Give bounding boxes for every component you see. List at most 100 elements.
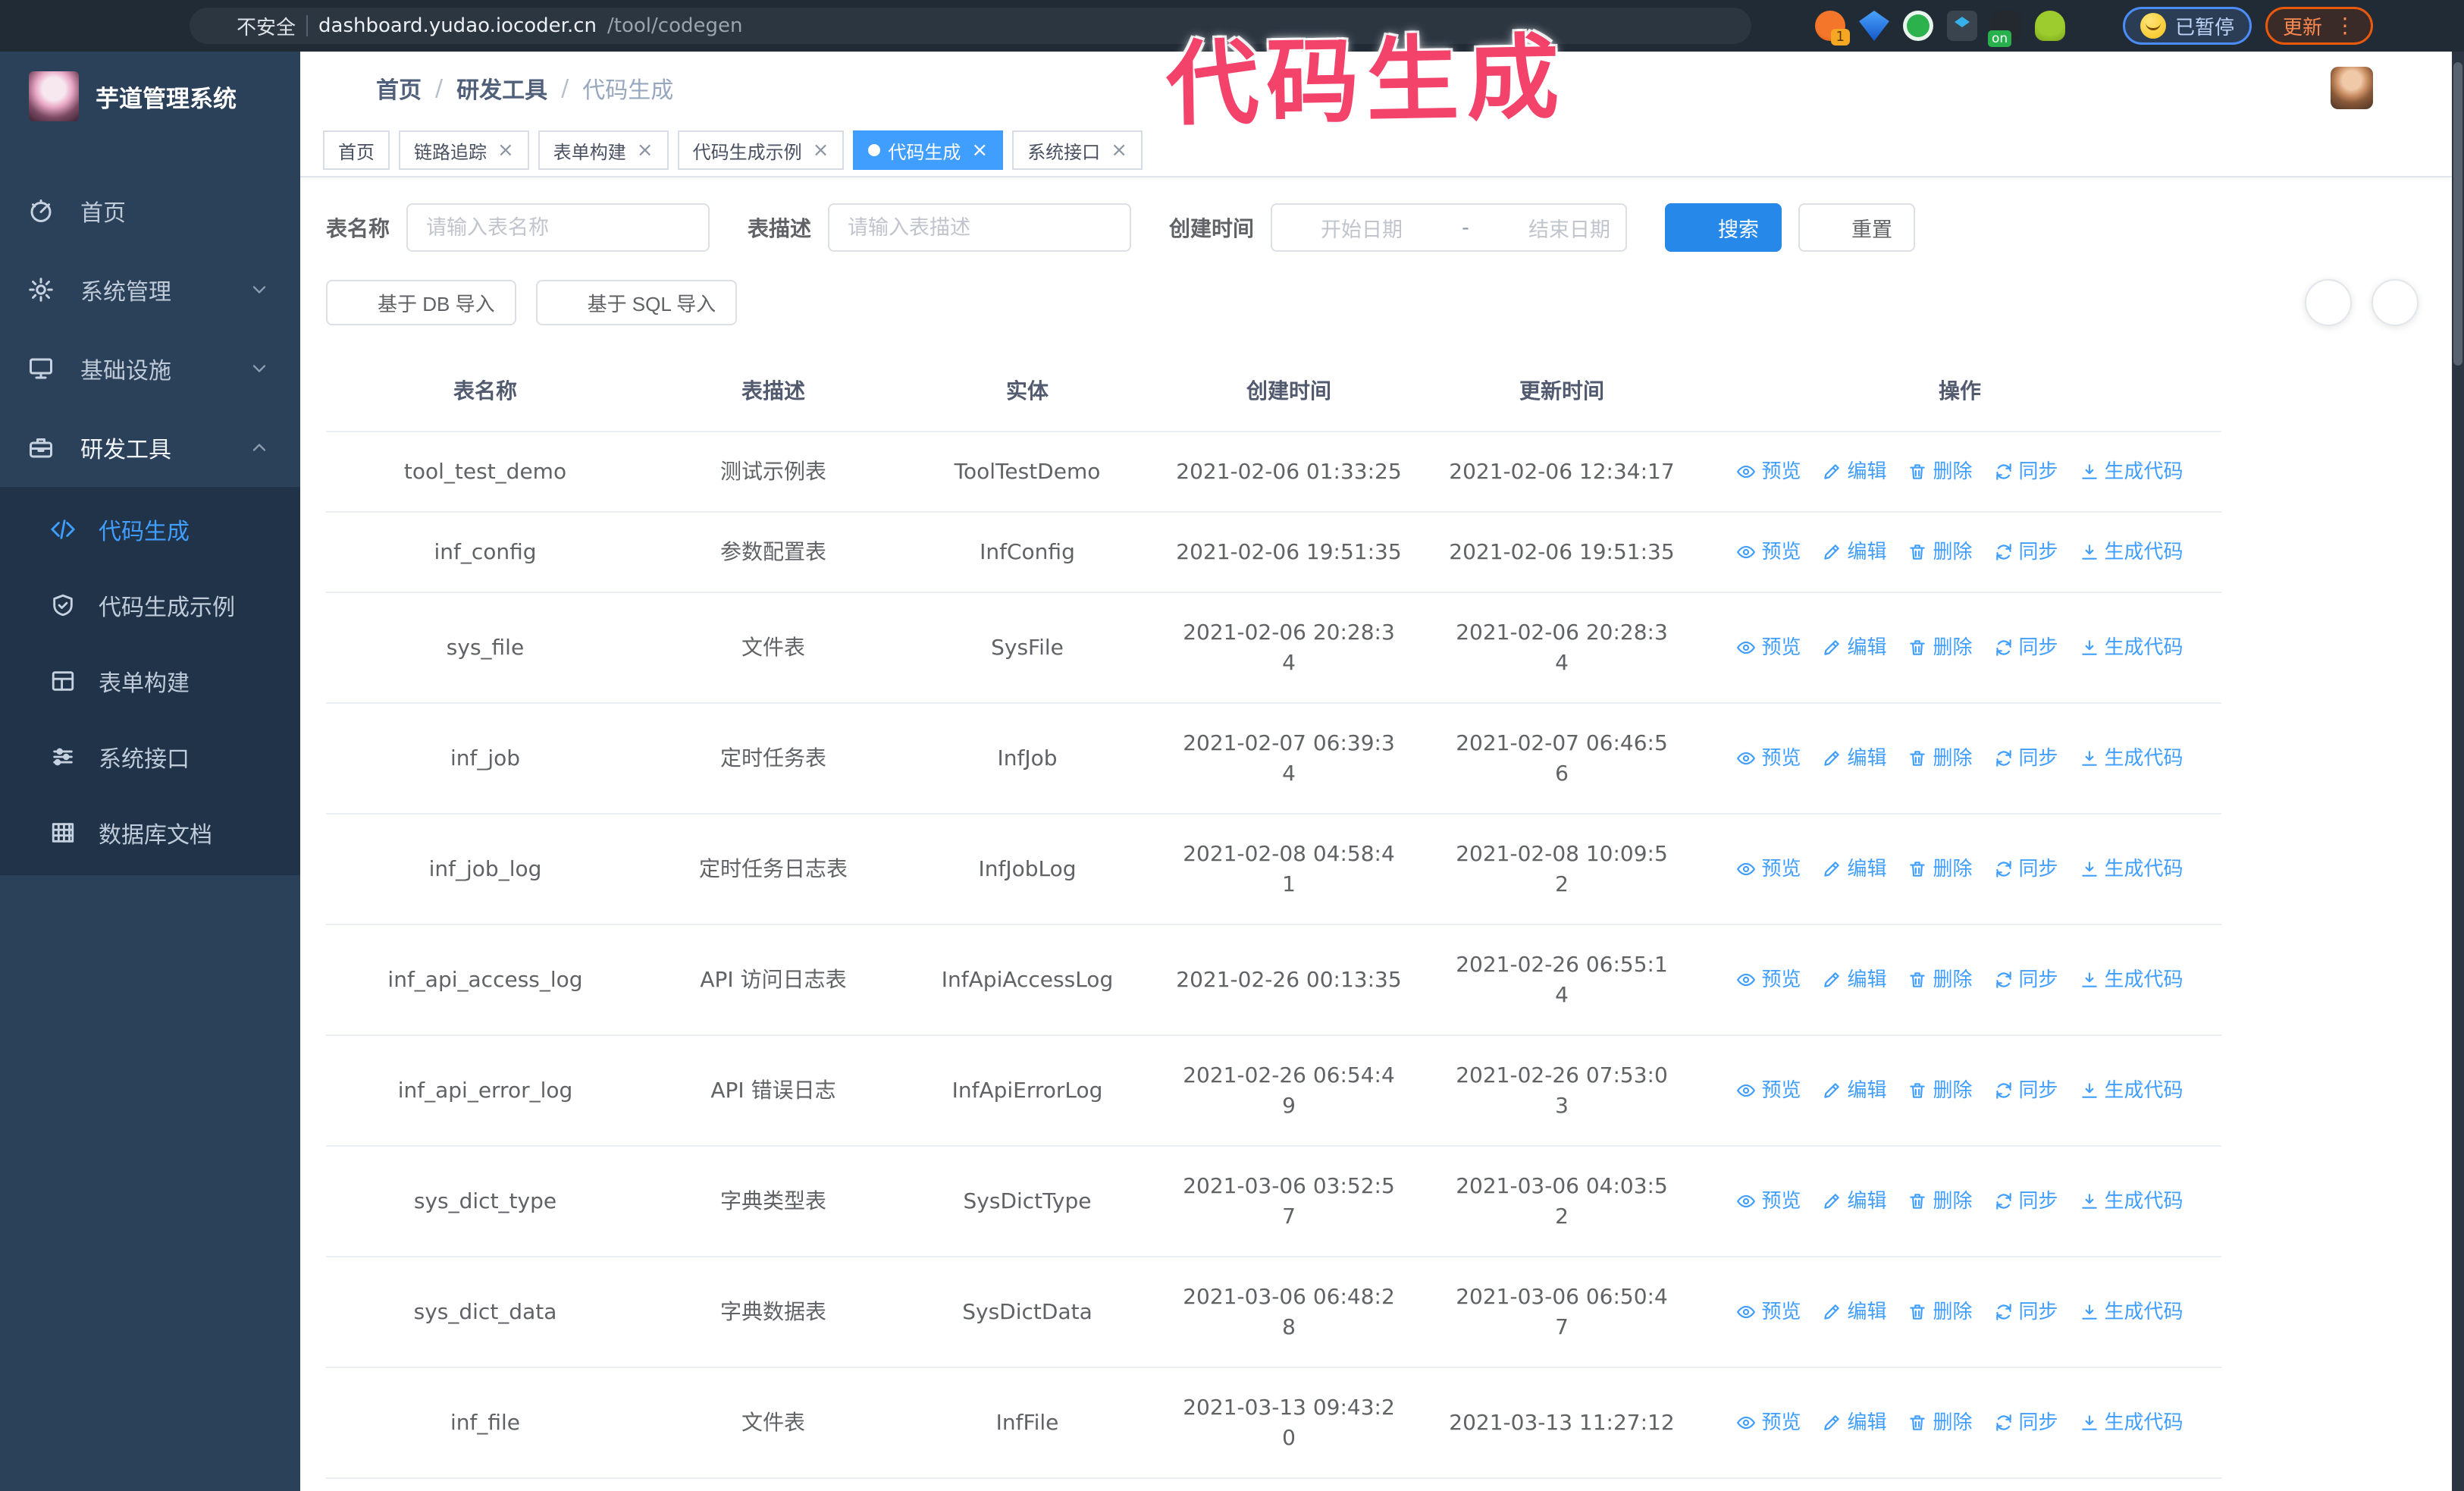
generate-code-link[interactable]: 生成代码: [2080, 965, 2183, 995]
close-icon[interactable]: ×: [1111, 139, 1127, 162]
hamburger-icon[interactable]: [323, 73, 353, 103]
preview-link[interactable]: 预览: [1736, 965, 1801, 995]
sync-link[interactable]: 同步: [1994, 1186, 2058, 1216]
generate-code-link[interactable]: 生成代码: [2080, 1297, 2183, 1327]
extension-icon-orange[interactable]: 1: [1815, 11, 1850, 46]
breadcrumb-home[interactable]: 首页: [376, 71, 422, 105]
preview-link[interactable]: 预览: [1736, 1297, 1801, 1327]
sidebar-subitem-系统接口[interactable]: 系统接口: [0, 719, 300, 795]
sidebar-item-基础设施[interactable]: 基础设施: [0, 329, 300, 408]
tab-代码生成[interactable]: 代码生成 ×: [853, 130, 1004, 170]
edit-link[interactable]: 编辑: [1822, 457, 1886, 487]
tab-表单构建[interactable]: 表单构建 ×: [538, 130, 669, 170]
sync-link[interactable]: 同步: [1994, 854, 2058, 884]
browser-home-button[interactable]: [146, 9, 179, 42]
search-button[interactable]: 搜索: [1665, 203, 1782, 252]
edit-link[interactable]: 编辑: [1822, 1186, 1886, 1216]
browser-forward-button[interactable]: [58, 9, 91, 42]
sidebar-subitem-代码生成示例[interactable]: 代码生成示例: [0, 567, 300, 643]
delete-link[interactable]: 删除: [1908, 537, 1973, 567]
delete-link[interactable]: 删除: [1908, 632, 1973, 663]
edit-link[interactable]: 编辑: [1822, 1075, 1886, 1106]
edit-link[interactable]: 编辑: [1822, 1408, 1886, 1438]
generate-code-link[interactable]: 生成代码: [2080, 537, 2183, 567]
delete-link[interactable]: 删除: [1908, 1408, 1973, 1438]
tab-首页[interactable]: 首页: [323, 130, 390, 170]
preview-link[interactable]: 预览: [1736, 743, 1801, 774]
delete-link[interactable]: 删除: [1908, 457, 1973, 487]
scrollbar-thumb[interactable]: [2453, 62, 2462, 366]
font-size-icon[interactable]: [2271, 73, 2302, 103]
delete-link[interactable]: 删除: [1908, 743, 1973, 774]
delete-link[interactable]: 删除: [1908, 854, 1973, 884]
toggle-search-button[interactable]: [2305, 279, 2352, 326]
generate-code-link[interactable]: 生成代码: [2080, 457, 2183, 487]
edit-link[interactable]: 编辑: [1822, 632, 1886, 663]
extension-icon-gem[interactable]: [1859, 11, 1889, 41]
preview-link[interactable]: 预览: [1736, 1408, 1801, 1438]
close-icon[interactable]: ×: [813, 139, 829, 162]
avatar[interactable]: [2331, 67, 2373, 109]
import-db-button[interactable]: 基于 DB 导入: [326, 280, 516, 325]
delete-link[interactable]: 删除: [1908, 1186, 1973, 1216]
close-icon[interactable]: ×: [497, 139, 514, 162]
search-icon[interactable]: [2035, 73, 2065, 103]
close-icon[interactable]: ×: [971, 139, 988, 162]
edit-link[interactable]: 编辑: [1822, 854, 1886, 884]
sidebar-item-系统管理[interactable]: 系统管理: [0, 250, 300, 329]
update-button[interactable]: 更新 ⋮: [2265, 7, 2374, 45]
generate-code-link[interactable]: 生成代码: [2080, 1186, 2183, 1216]
chevron-down-icon[interactable]: [2402, 78, 2422, 98]
generate-code-link[interactable]: 生成代码: [2080, 743, 2183, 774]
preview-link[interactable]: 预览: [1736, 457, 1801, 487]
refresh-table-button[interactable]: [2372, 279, 2419, 326]
browser-back-button[interactable]: [14, 9, 47, 42]
delete-link[interactable]: 删除: [1908, 1075, 1973, 1106]
extension-icon-robot[interactable]: [2035, 11, 2065, 41]
sidebar-item-首页[interactable]: 首页: [0, 171, 300, 250]
edit-link[interactable]: 编辑: [1822, 537, 1886, 567]
reset-button[interactable]: 重置: [1798, 203, 1916, 252]
sync-link[interactable]: 同步: [1994, 1297, 2058, 1327]
import-sql-button[interactable]: 基于 SQL 导入: [535, 280, 738, 325]
extension-icon-dark[interactable]: on: [1988, 11, 2021, 47]
delete-link[interactable]: 删除: [1908, 965, 1973, 995]
paused-badge[interactable]: 已暂停: [2123, 7, 2252, 45]
kebab-menu-icon[interactable]: ⋮: [2334, 15, 2356, 36]
preview-link[interactable]: 预览: [1736, 537, 1801, 567]
sync-link[interactable]: 同步: [1994, 1075, 2058, 1106]
preview-link[interactable]: 预览: [1736, 854, 1801, 884]
edit-link[interactable]: 编辑: [1822, 743, 1886, 774]
delete-link[interactable]: 删除: [1908, 1297, 1973, 1327]
table-name-input[interactable]: [406, 203, 710, 252]
github-icon[interactable]: [2094, 73, 2124, 103]
preview-link[interactable]: 预览: [1736, 632, 1801, 663]
date-range-picker[interactable]: 开始日期 - 结束日期: [1271, 203, 1628, 252]
table-desc-input[interactable]: [828, 203, 1132, 252]
sync-link[interactable]: 同步: [1994, 537, 2058, 567]
tab-系统接口[interactable]: 系统接口 ×: [1012, 130, 1143, 170]
extension-icon-grid[interactable]: [1947, 11, 1977, 41]
sidebar-subitem-表单构建[interactable]: 表单构建: [0, 643, 300, 719]
sync-link[interactable]: 同步: [1994, 743, 2058, 774]
sync-link[interactable]: 同步: [1994, 457, 2058, 487]
sidebar-subitem-代码生成[interactable]: 代码生成: [0, 491, 300, 567]
generate-code-link[interactable]: 生成代码: [2080, 854, 2183, 884]
help-icon[interactable]: [2153, 73, 2183, 103]
edit-link[interactable]: 编辑: [1822, 965, 1886, 995]
generate-code-link[interactable]: 生成代码: [2080, 1075, 2183, 1106]
sidebar-subitem-数据库文档[interactable]: 数据库文档: [0, 795, 300, 871]
edit-link[interactable]: 编辑: [1822, 1297, 1886, 1327]
sync-link[interactable]: 同步: [1994, 965, 2058, 995]
extensions-puzzle-icon[interactable]: [2079, 11, 2109, 41]
breadcrumb-tools[interactable]: 研发工具: [456, 71, 547, 105]
bookmark-star-icon[interactable]: [1771, 11, 1801, 41]
generate-code-link[interactable]: 生成代码: [2080, 632, 2183, 663]
generate-code-link[interactable]: 生成代码: [2080, 1408, 2183, 1438]
tab-代码生成示例[interactable]: 代码生成示例 ×: [677, 130, 845, 170]
sync-link[interactable]: 同步: [1994, 632, 2058, 663]
preview-link[interactable]: 预览: [1736, 1075, 1801, 1106]
security-warning[interactable]: 不安全: [209, 12, 296, 40]
window-scrollbar[interactable]: [2452, 52, 2464, 1491]
tab-链路追踪[interactable]: 链路追踪 ×: [399, 130, 529, 170]
